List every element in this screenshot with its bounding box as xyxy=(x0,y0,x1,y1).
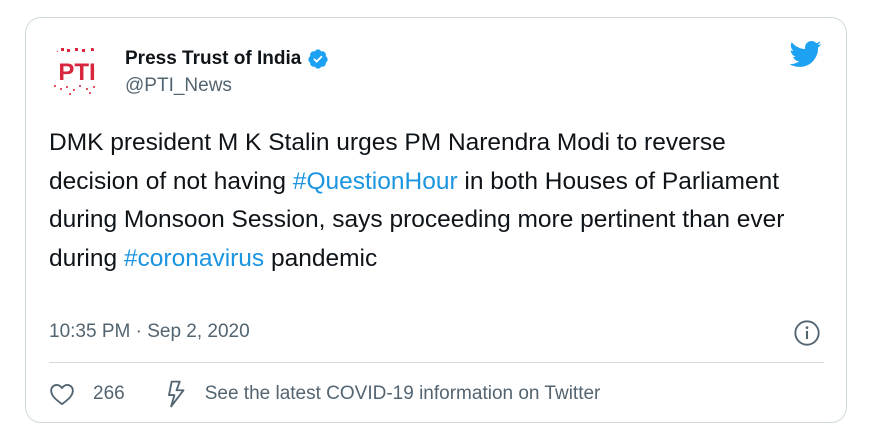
lightning-bolt-icon xyxy=(167,380,185,408)
covid-info-label: See the latest COVID-19 information on T… xyxy=(204,383,601,404)
logo-text: PTI xyxy=(58,59,95,86)
tweet-meta-row: 10:35 PM · Sep 2, 2020 xyxy=(49,317,821,347)
author-name[interactable]: Press Trust of India xyxy=(125,48,301,70)
tweet-timestamp[interactable]: 10:35 PM · Sep 2, 2020 xyxy=(49,321,250,343)
pti-logo-icon: PTI xyxy=(49,43,105,99)
hashtag-link[interactable]: #coronavirus xyxy=(124,245,264,272)
divider xyxy=(49,362,824,363)
tweet-text: DMK president M K Stalin urges PM Narend… xyxy=(49,124,819,278)
heart-icon xyxy=(50,383,74,405)
hashtag-link[interactable]: #QuestionHour xyxy=(293,168,458,195)
twitter-bird-icon[interactable] xyxy=(788,40,822,68)
tweet-actions: 266 See the latest COVID-19 information … xyxy=(49,378,600,410)
like-count: 266 xyxy=(93,383,125,404)
info-icon[interactable] xyxy=(793,319,821,347)
tweet-card[interactable]: PTI Press Trust of India @PTI_News DMK p… xyxy=(25,17,847,423)
author-name-row: Press Trust of India xyxy=(125,46,329,72)
verified-badge-icon xyxy=(308,49,328,69)
author-avatar[interactable]: PTI xyxy=(49,43,105,99)
like-button[interactable]: 266 xyxy=(49,382,125,406)
author-handle[interactable]: @PTI_News xyxy=(125,75,329,97)
tweet-text-part: pandemic xyxy=(264,244,378,272)
author-block[interactable]: Press Trust of India @PTI_News xyxy=(125,46,329,97)
covid-info-link[interactable]: See the latest COVID-19 information on T… xyxy=(165,380,601,408)
